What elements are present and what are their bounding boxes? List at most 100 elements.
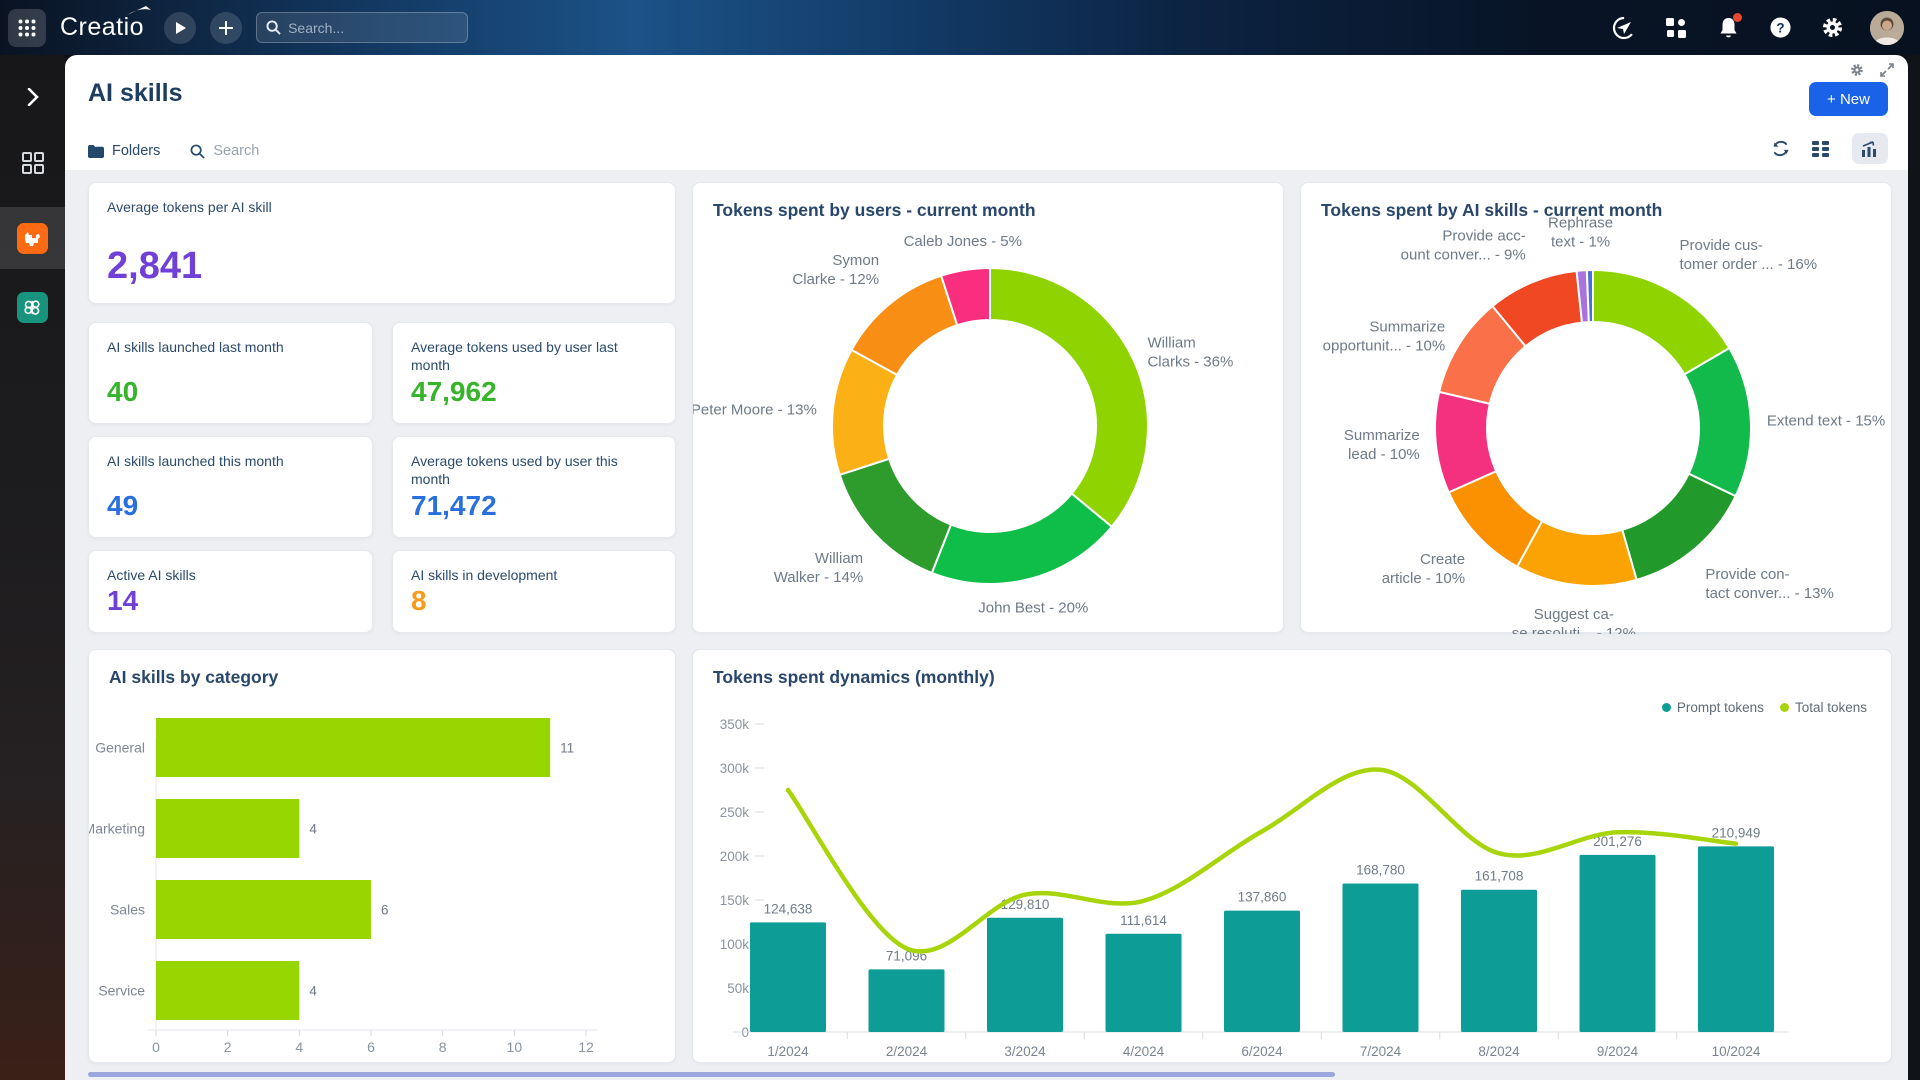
metric-title: AI skills launched last month <box>107 338 354 356</box>
play-icon <box>175 22 186 34</box>
expand-page-icon[interactable] <box>1880 63 1894 82</box>
donut-slice-other[interactable] <box>1587 270 1593 322</box>
donut-label-line: Rephrase <box>1548 214 1613 231</box>
donut-slice-william-clarks[interactable] <box>990 268 1148 527</box>
donut-label-line: Provide cus- <box>1680 237 1763 254</box>
folders-label: Folders <box>112 143 160 159</box>
metric-value: 2,841 <box>107 245 657 288</box>
y-axis-tick-label: 200k <box>720 849 750 864</box>
month-bar-10-2024[interactable] <box>1698 846 1774 1032</box>
metric-card-avg-tokens-this-month[interactable]: Average tokens used by user this month 7… <box>392 436 676 538</box>
apps-grid-icon[interactable] <box>1662 14 1690 42</box>
month-bar-9-2024[interactable] <box>1580 855 1656 1032</box>
month-bar-8-2024[interactable] <box>1461 890 1537 1032</box>
global-search-input[interactable] <box>288 20 448 36</box>
category-bar-general[interactable] <box>156 718 550 777</box>
sidebar-expand-button[interactable] <box>0 69 65 125</box>
metric-title: Average tokens used by user last month <box>411 338 657 375</box>
help-icon[interactable]: ? <box>1766 14 1794 42</box>
folders-button[interactable]: Folders <box>88 143 160 159</box>
donut-slice-extend-text[interactable] <box>1684 348 1751 496</box>
analytics-view-toggle[interactable] <box>1852 133 1888 164</box>
horizontal-scrollbar[interactable] <box>88 1072 1335 1077</box>
month-bar-1-2024[interactable] <box>750 922 826 1032</box>
topbar: Creatio ? <box>0 0 1920 55</box>
chart-card-tokens-dynamics: Tokens spent dynamics (monthly) Prompt t… <box>692 649 1892 1063</box>
metric-value: 47,962 <box>411 376 657 408</box>
metric-value: 14 <box>107 585 354 617</box>
donut-label-line: Peter Moore - 13% <box>693 402 817 419</box>
month-bar-4-2024[interactable] <box>1106 934 1182 1032</box>
donut-label-line: tact conver... - 13% <box>1705 585 1833 602</box>
donut-label: Provide acc-ount conver... - 9% <box>1401 228 1526 264</box>
donut-label-line: William <box>1147 334 1195 351</box>
page-title: AI skills <box>88 79 183 108</box>
list-view-icon[interactable] <box>1812 141 1830 157</box>
donut-label-line: tomer order ... - 16% <box>1680 256 1818 273</box>
bar-value-label: 4 <box>309 984 317 999</box>
metric-card-in-development[interactable]: AI skills in development 8 <box>392 550 676 633</box>
metric-card-launched-this-month[interactable]: AI skills launched this month 49 <box>88 436 373 538</box>
y-axis-tick-label: 350k <box>720 717 750 732</box>
donut-label-line: Provide con- <box>1705 566 1789 583</box>
page-settings-gear-icon[interactable] <box>1850 63 1864 82</box>
global-search[interactable] <box>256 12 468 43</box>
month-bar-7-2024[interactable] <box>1343 883 1419 1032</box>
donut-slice-john-best[interactable] <box>932 494 1112 584</box>
donut-label-line: opportunit... - 10% <box>1323 338 1446 355</box>
month-bar-6-2024[interactable] <box>1224 911 1300 1032</box>
donut-label: WilliamWalker - 14% <box>774 550 863 586</box>
donut-label: Extend text - 15% <box>1767 413 1885 430</box>
x-axis-tick-label: 6 <box>367 1039 375 1055</box>
app-launcher-button[interactable] <box>8 9 46 47</box>
metric-card-launched-last-month[interactable]: AI skills launched last month 40 <box>88 322 373 424</box>
metric-card-active-skills[interactable]: Active AI skills 14 <box>88 550 373 633</box>
notifications-bell-icon[interactable] <box>1714 14 1742 42</box>
month-bar-2-2024[interactable] <box>869 969 945 1032</box>
creatio-logo: Creatio <box>60 13 150 42</box>
metric-title: AI skills in development <box>411 566 657 584</box>
content-panel: AI skills + New Folders Search <box>65 55 1908 1080</box>
metric-value: 71,472 <box>411 490 657 522</box>
donut-label-line: John Best - 20% <box>978 600 1088 617</box>
donut-chart-users: WilliamClarks - 36%John Best - 20%Willia… <box>693 183 1285 634</box>
metric-value: 49 <box>107 490 354 522</box>
avatar[interactable] <box>1870 11 1904 45</box>
process-play-button[interactable] <box>164 12 196 44</box>
sidebar-item-ai-skills-app[interactable] <box>0 207 65 269</box>
donut-label: Provide cus-tomer order ... - 16% <box>1680 237 1818 273</box>
metric-value: 40 <box>107 376 354 408</box>
refresh-icon[interactable] <box>1771 139 1790 158</box>
category-bar-sales[interactable] <box>156 880 371 939</box>
y-axis-tick-label: 250k <box>720 805 750 820</box>
donut-slice-provide-customer-order[interactable] <box>1593 270 1729 374</box>
category-bar-service[interactable] <box>156 961 299 1020</box>
bar-value-label: 210,949 <box>1712 825 1761 840</box>
new-button[interactable]: + New <box>1809 82 1888 116</box>
metric-card-avg-tokens-last-month[interactable]: Average tokens used by user last month 4… <box>392 322 676 424</box>
chevron-right-icon <box>27 88 39 106</box>
donut-label: Provide con-tact conver... - 13% <box>1705 566 1833 602</box>
copilot-plane-icon[interactable] <box>1610 14 1638 42</box>
donut-label-line: Symon <box>832 252 879 269</box>
donut-label-line: ount conver... - 9% <box>1401 247 1526 264</box>
chart-card-tokens-by-skills: Tokens spent by AI skills - current mont… <box>1300 182 1892 633</box>
category-bar-marketing[interactable] <box>156 799 299 858</box>
x-axis-month-label: 6/2024 <box>1241 1044 1283 1059</box>
sidebar-item-creatio-ai-app[interactable] <box>0 279 65 335</box>
donut-label-line: Walker - 14% <box>774 569 863 586</box>
month-bar-3-2024[interactable] <box>987 918 1063 1032</box>
chart-card-tokens-by-users: Tokens spent by users - current month Wi… <box>692 182 1284 633</box>
sidebar-item-dashboards[interactable] <box>0 135 65 191</box>
quick-add-button[interactable] <box>210 12 242 44</box>
metric-title: Active AI skills <box>107 566 354 584</box>
dashboards-grid-icon <box>22 152 44 174</box>
list-search-button[interactable]: Search <box>190 143 259 159</box>
list-search-placeholder: Search <box>213 143 259 159</box>
donut-label: John Best - 20% <box>978 600 1088 617</box>
donut-label: Summarizeopportunit... - 10% <box>1323 319 1446 355</box>
settings-gear-icon[interactable] <box>1818 14 1846 42</box>
donut-slice-provide-contact-conversation[interactable] <box>1622 474 1735 580</box>
metric-card-average-tokens[interactable]: Average tokens per AI skill 2,841 <box>88 182 676 304</box>
notification-badge <box>1733 13 1742 22</box>
